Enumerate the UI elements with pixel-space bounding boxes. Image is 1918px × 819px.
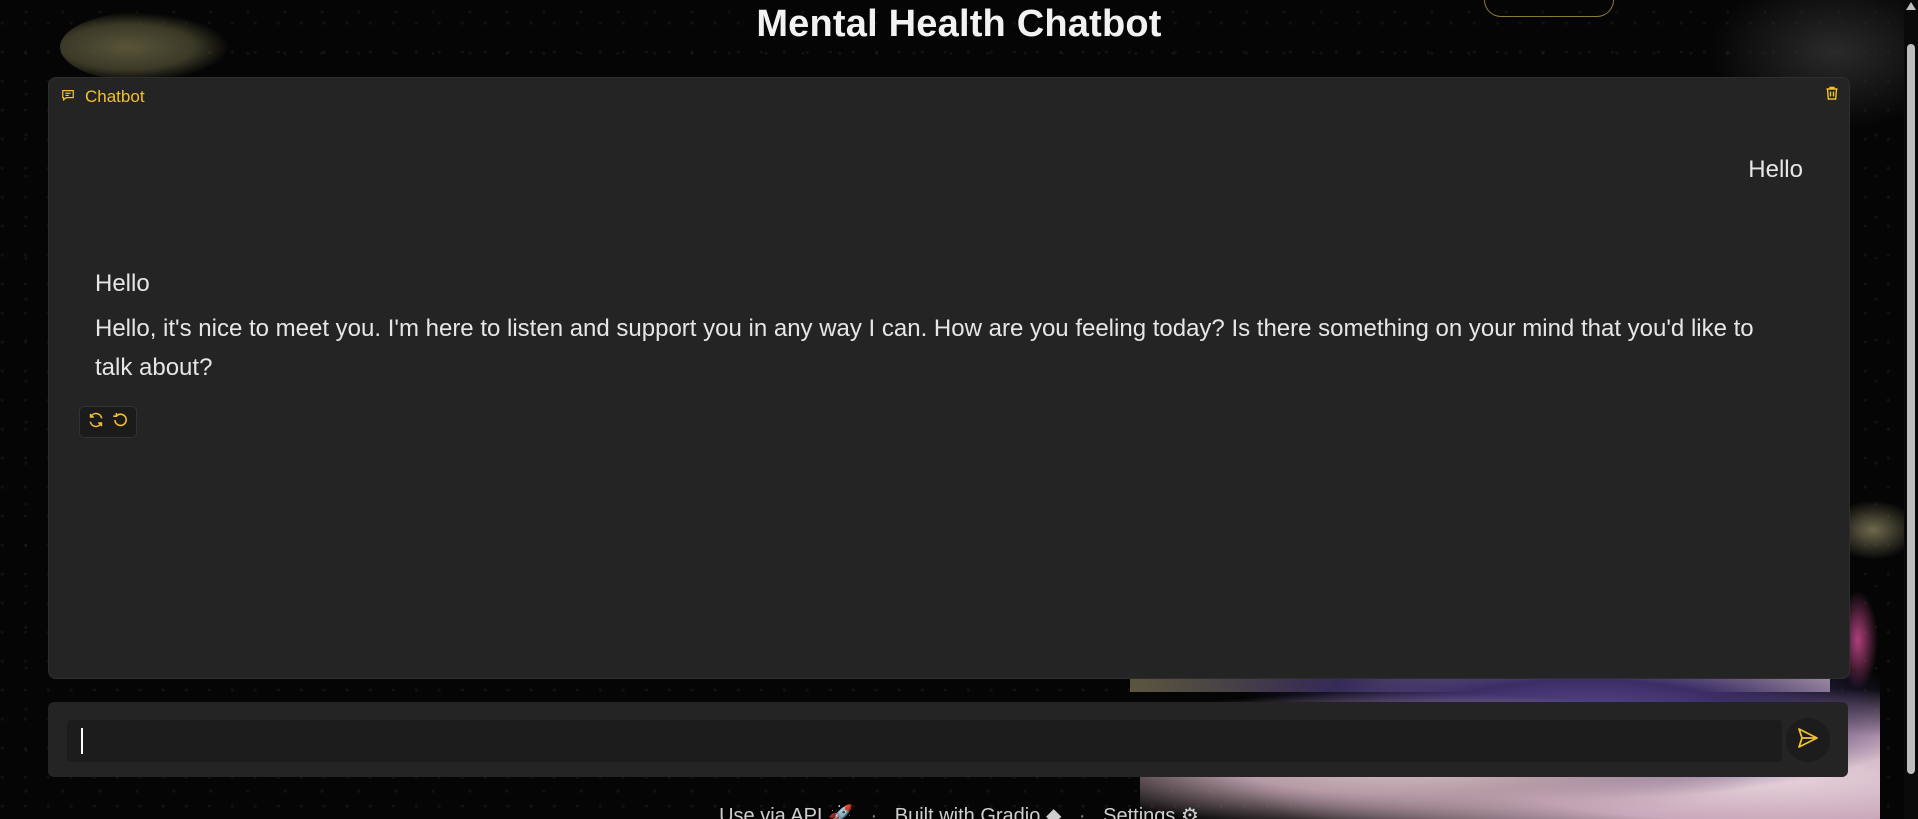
chat-bubble-icon [61, 87, 75, 107]
footer: Use via API 🚀 · Built with Gradio ◆ · Se… [0, 803, 1918, 819]
text-caret [81, 728, 83, 754]
settings-link[interactable]: Settings ⚙ [1103, 805, 1199, 819]
chatbot-label: Chatbot [61, 87, 145, 107]
footer-separator: · [1078, 805, 1086, 819]
retry-button[interactable] [85, 411, 107, 433]
undo-icon [111, 411, 129, 434]
message-actions [79, 406, 137, 438]
user-message: Hello [1748, 156, 1803, 183]
scroll-up-arrow-icon[interactable] [1906, 2, 1916, 10]
use-via-api-link[interactable]: Use via API 🚀 [719, 805, 858, 819]
settings-label: Settings [1103, 805, 1176, 819]
gear-icon: ⚙ [1180, 805, 1199, 819]
chatbot-panel: Chatbot Hello Hello Hello, it's nice to … [48, 77, 1850, 679]
built-with-gradio-link[interactable]: Built with Gradio ◆ [895, 805, 1067, 819]
rocket-icon: 🚀 [828, 805, 853, 819]
footer-separator: · [870, 805, 878, 819]
page-title: Mental Health Chatbot [756, 3, 1162, 45]
page-scrollbar[interactable] [1904, 0, 1918, 819]
gradio-logo-icon: ◆ [1045, 805, 1062, 819]
message-input[interactable] [67, 720, 1782, 762]
bot-message-line: Hello, it's nice to meet you. I'm here t… [95, 315, 1754, 381]
chatbot-label-text: Chatbot [85, 87, 145, 106]
scrollbar-thumb[interactable] [1907, 44, 1915, 774]
trash-icon [1824, 85, 1840, 106]
refresh-icon [87, 411, 105, 434]
input-panel [48, 702, 1848, 777]
undo-button[interactable] [109, 411, 131, 433]
bot-message: Hello Hello, it's nice to meet you. I'm … [95, 264, 1795, 393]
send-button[interactable] [1786, 718, 1830, 762]
send-icon [1796, 726, 1820, 755]
clear-chat-button[interactable] [1821, 84, 1843, 106]
bot-message-line: Hello [95, 270, 150, 297]
page: Mental Health Chatbot Chatbot Hello Hell… [0, 0, 1918, 819]
built-with-gradio-label: Built with Gradio [894, 805, 1041, 819]
use-via-api-label: Use via API [719, 805, 823, 819]
